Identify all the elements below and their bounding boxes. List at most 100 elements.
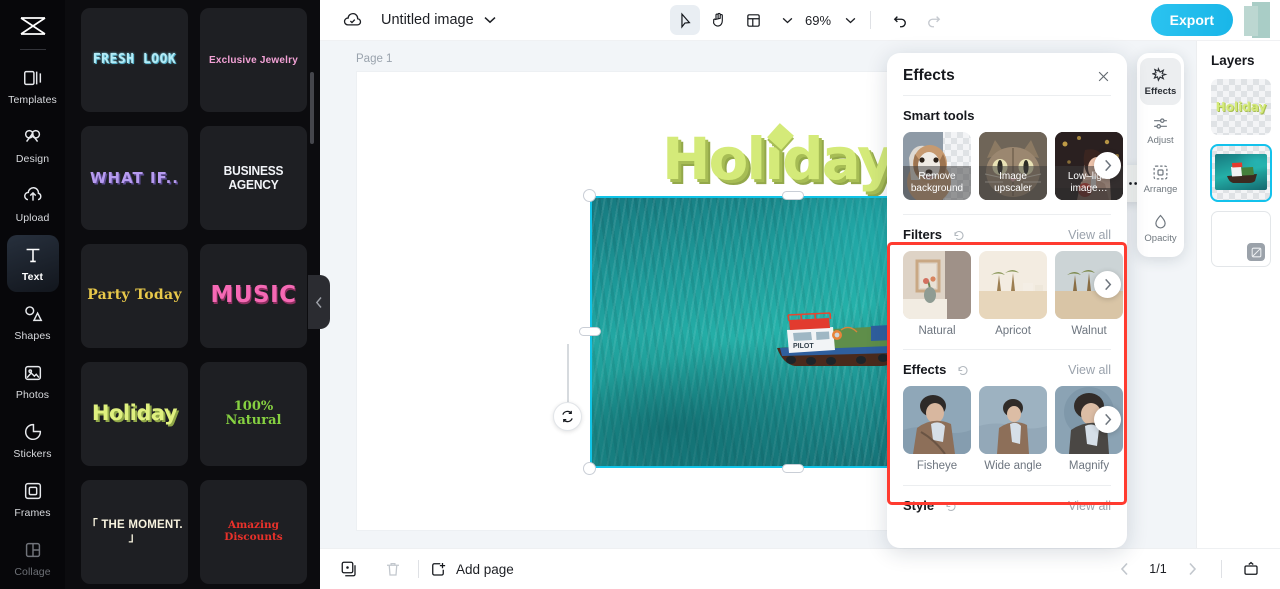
resize-handle-top-left[interactable] <box>583 189 596 202</box>
sidebar-item-shapes[interactable]: Shapes <box>7 294 59 351</box>
add-page-button[interactable]: Add page <box>429 560 514 578</box>
tab-adjust[interactable]: Adjust <box>1140 107 1181 154</box>
layer-boat-icon <box>1227 162 1257 183</box>
reset-icon[interactable] <box>945 501 957 513</box>
sidebar-item-templates[interactable]: Templates <box>7 58 59 115</box>
redo-icon <box>928 16 941 28</box>
section-title: Style <box>903 498 935 513</box>
zoom-chevron-down-icon[interactable] <box>845 17 856 24</box>
layer-item-image[interactable] <box>1210 144 1272 202</box>
present-button[interactable] <box>1236 554 1266 584</box>
thumb-image: Remove background <box>903 132 971 200</box>
page-sheet[interactable]: Holiday PILOT <box>357 72 1008 530</box>
template-card[interactable]: BUSINESS AGENCY <box>200 126 307 230</box>
sidebar-item-collage[interactable]: Collage <box>7 530 59 587</box>
template-panel-scrollbar[interactable] <box>310 72 314 144</box>
tab-opacity[interactable]: Opacity <box>1140 205 1181 252</box>
page-indicator: 1/1 <box>1149 562 1167 576</box>
sidebar-item-photos[interactable]: Photos <box>7 353 59 410</box>
panel-collapse-button[interactable] <box>308 275 330 329</box>
smart-tools-next-button[interactable] <box>1094 152 1121 179</box>
templates-icon <box>22 67 44 89</box>
export-button[interactable]: Export <box>1150 4 1233 36</box>
template-card[interactable]: 「 THE MOMENT. 」 <box>81 480 188 584</box>
present-icon <box>1244 561 1258 575</box>
tab-arrange[interactable]: Arrange <box>1140 156 1181 203</box>
template-card[interactable]: MUSIC <box>200 244 307 348</box>
template-card[interactable]: 100% Natural <box>200 362 307 466</box>
tab-effects[interactable]: Effects <box>1140 58 1181 105</box>
sidebar-item-upload[interactable]: Upload <box>7 176 59 233</box>
effect-fisheye[interactable]: Fisheye <box>903 386 971 472</box>
redo-button[interactable] <box>919 5 949 35</box>
prev-page-button[interactable] <box>1109 554 1139 584</box>
layer-item-text[interactable]: Holiday <box>1211 79 1271 135</box>
canvas-tools-group: 69% <box>670 5 949 35</box>
chevron-left-icon <box>1120 562 1128 576</box>
thumb-image: Image upscaler <box>979 132 1047 200</box>
template-card[interactable]: Amazing Discounts <box>200 480 307 584</box>
reset-icon[interactable] <box>953 230 965 242</box>
undo-button[interactable] <box>885 5 915 35</box>
artwork-text-holiday[interactable]: Holiday <box>662 123 895 193</box>
sidebar-item-design[interactable]: Design <box>7 117 59 174</box>
document-title[interactable]: Untitled image <box>381 12 474 28</box>
thumb-image <box>979 251 1047 319</box>
title-chevron-down-icon[interactable] <box>484 16 496 24</box>
tab-label: Adjust <box>1147 135 1174 146</box>
layers-panel: Layers Holiday <box>1196 41 1280 548</box>
effects-next-button[interactable] <box>1094 406 1121 433</box>
thumb-caption: Image upscaler <box>979 166 1047 200</box>
rotate-handle[interactable] <box>553 402 582 431</box>
effects-view-all-link[interactable]: View all <box>1068 363 1111 377</box>
select-tool-button[interactable] <box>670 5 700 35</box>
section-header-filters: Filters View all <box>887 215 1127 251</box>
resize-handle-left[interactable] <box>579 327 601 336</box>
chevron-left-icon <box>315 296 322 308</box>
layer-item-background[interactable] <box>1211 211 1271 267</box>
upload-icon <box>22 185 44 207</box>
close-icon[interactable] <box>1096 69 1111 84</box>
canvas-area[interactable]: Page 1 Holiday PILOT <box>320 41 1280 548</box>
style-view-all-link[interactable]: View all <box>1068 499 1111 513</box>
sidebar-item-text[interactable]: Text <box>6 235 59 293</box>
tab-label: Arrange <box>1143 184 1178 195</box>
filters-next-button[interactable] <box>1094 271 1121 298</box>
template-card-text: Holiday <box>91 401 178 426</box>
duplicate-page-button[interactable] <box>334 554 364 584</box>
reset-icon[interactable] <box>957 365 969 377</box>
cloud-save-icon[interactable] <box>342 10 363 31</box>
sidebar-item-label: Photos <box>15 389 50 402</box>
opacity-icon <box>1155 214 1166 229</box>
delete-page-button[interactable] <box>378 554 408 584</box>
sidebar-item-frames[interactable]: Frames <box>7 471 59 528</box>
layout-chevron-down-icon[interactable] <box>782 17 793 24</box>
resize-handle-top[interactable] <box>782 191 804 200</box>
smart-tool-image-upscaler[interactable]: Image upscaler <box>979 132 1047 200</box>
template-card[interactable]: Party Today <box>81 244 188 348</box>
layout-tool-button[interactable] <box>738 5 768 35</box>
template-card[interactable]: WHAT IF.. <box>81 126 188 230</box>
brand-logo-icon[interactable] <box>11 8 55 43</box>
resize-handle-bottom[interactable] <box>782 464 804 473</box>
hand-tool-button[interactable] <box>704 5 734 35</box>
sidebar-item-stickers[interactable]: Stickers <box>7 412 59 469</box>
resize-handle-bottom-left[interactable] <box>583 462 596 475</box>
next-page-button[interactable] <box>1177 554 1207 584</box>
desert-photo <box>979 251 1047 319</box>
filter-natural[interactable]: Natural <box>903 251 971 337</box>
section-header-effects: Effects View all <box>887 350 1127 386</box>
template-card[interactable]: Exclusive Jewelry <box>200 8 307 112</box>
sidebar-item-label: Upload <box>15 212 50 225</box>
template-card[interactable]: Holiday <box>81 362 188 466</box>
smart-tool-remove-background[interactable]: Remove background <box>903 132 971 200</box>
section-title: Filters <box>903 227 943 242</box>
filter-apricot[interactable]: Apricot <box>979 251 1047 337</box>
design-icon <box>22 126 44 148</box>
zoom-level-value[interactable]: 69% <box>805 13 831 28</box>
effect-label: Magnify <box>1068 460 1110 472</box>
template-card[interactable]: FRESH LOOK <box>81 8 188 112</box>
filters-view-all-link[interactable]: View all <box>1068 228 1111 242</box>
stickers-icon <box>22 421 44 443</box>
effect-wide-angle[interactable]: Wide angle <box>979 386 1047 472</box>
